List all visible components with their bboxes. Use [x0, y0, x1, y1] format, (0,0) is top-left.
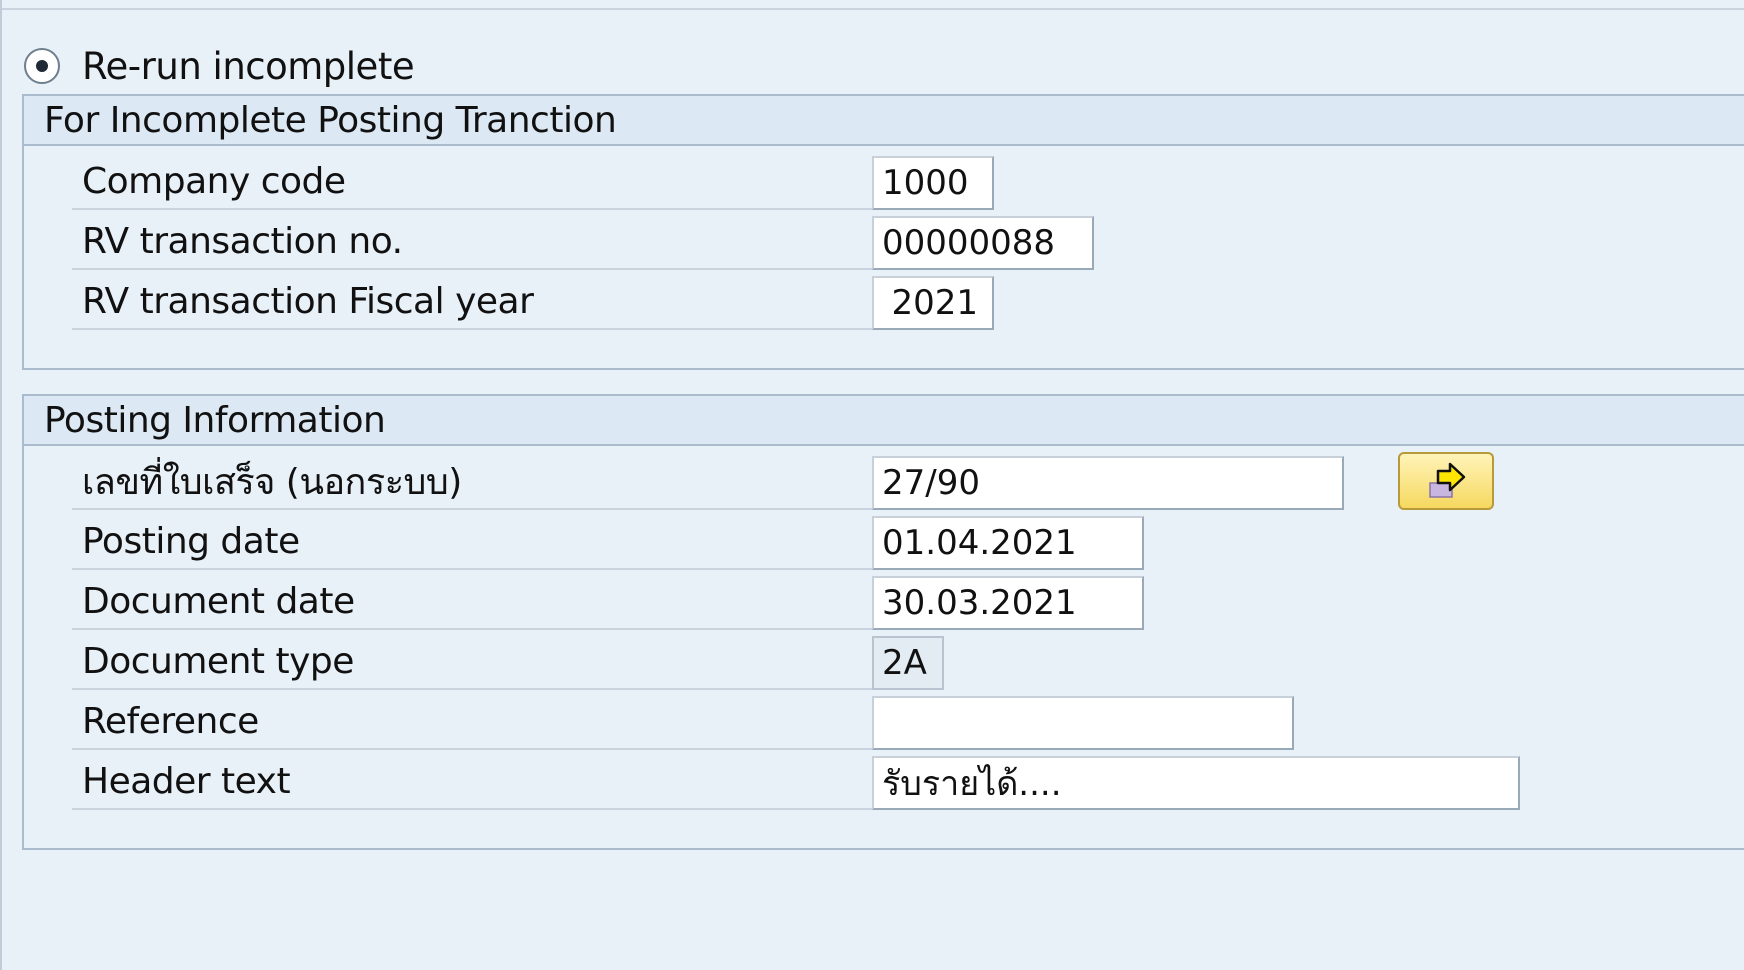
arrow-right-icon: [1429, 462, 1466, 498]
incomplete-posting-group: For Incomplete Posting Tranction Company…: [22, 94, 1744, 370]
header-text-input[interactable]: [872, 756, 1520, 810]
receipt-number-label: เลขที่ใบเสร็จ (นอกระบบ): [72, 454, 872, 510]
posting-date-input[interactable]: [872, 516, 1144, 570]
rerun-incomplete-radio[interactable]: [24, 48, 60, 84]
company-code-label: Company code: [72, 154, 872, 210]
header-text-row: Header text: [72, 754, 1744, 810]
screen: Re-run incomplete For Incomplete Posting…: [0, 0, 1744, 970]
incomplete-posting-group-title: For Incomplete Posting Tranction: [24, 96, 1744, 146]
rerun-incomplete-option[interactable]: Re-run incomplete: [24, 42, 415, 90]
posting-date-row: Posting date: [72, 514, 1744, 570]
rv-fiscal-year-row: RV transaction Fiscal year: [72, 274, 1744, 330]
receipt-number-row: เลขที่ใบเสร็จ (นอกระบบ): [72, 452, 1744, 510]
top-divider: [2, 8, 1744, 10]
rv-transaction-no-input[interactable]: [872, 216, 1094, 270]
reference-label: Reference: [72, 694, 872, 750]
reference-input[interactable]: [872, 696, 1294, 750]
header-text-label: Header text: [72, 754, 872, 810]
document-date-input[interactable]: [872, 576, 1144, 630]
posting-date-label: Posting date: [72, 514, 872, 570]
rv-transaction-no-label: RV transaction no.: [72, 214, 872, 270]
posting-information-group: Posting Information เลขที่ใบเสร็จ (นอกระ…: [22, 394, 1744, 850]
document-type-field: [872, 636, 944, 690]
receipt-navigate-button[interactable]: [1398, 452, 1494, 510]
receipt-number-input[interactable]: [872, 456, 1344, 510]
rv-fiscal-year-input[interactable]: [872, 276, 994, 330]
document-type-row: Document type: [72, 634, 1744, 690]
document-date-row: Document date: [72, 574, 1744, 630]
document-type-label: Document type: [72, 634, 872, 690]
company-code-row: Company code: [72, 154, 1744, 210]
document-date-label: Document date: [72, 574, 872, 630]
reference-row: Reference: [72, 694, 1744, 750]
rv-transaction-no-row: RV transaction no.: [72, 214, 1744, 270]
rerun-incomplete-label: Re-run incomplete: [82, 44, 415, 88]
company-code-input[interactable]: [872, 156, 994, 210]
posting-information-group-title: Posting Information: [24, 396, 1744, 446]
rv-fiscal-year-label: RV transaction Fiscal year: [72, 274, 872, 330]
radio-selected-dot: [36, 60, 48, 72]
